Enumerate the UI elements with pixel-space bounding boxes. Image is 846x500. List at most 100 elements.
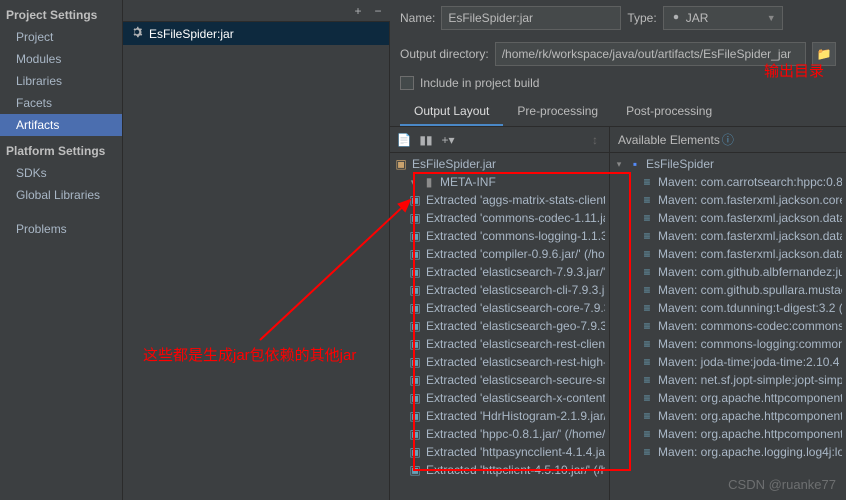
nav-libraries[interactable]: Libraries xyxy=(0,70,122,92)
output-tree[interactable]: ▣EsFileSpider.jar▾▮META-INF▣Extracted 'a… xyxy=(390,153,609,500)
tab-postprocessing[interactable]: Post-processing xyxy=(612,98,726,126)
maven-dep[interactable]: ≡Maven: com.github.spullara.mustac xyxy=(610,281,846,299)
maven-dep[interactable]: ≡Maven: commons-logging:common xyxy=(610,335,846,353)
name-label: Name: xyxy=(400,11,435,25)
type-value: JAR xyxy=(686,11,709,25)
maven-dep[interactable]: ≡Maven: org.apache.httpcomponent xyxy=(610,425,846,443)
tree-item-extracted[interactable]: ▣Extracted 'elasticsearch-7.9.3.jar/' (/… xyxy=(390,263,609,281)
output-layout-panel: 📄 ▮▮ +▾ ↕ ▣EsFileSpider.jar▾▮META-INF▣Ex… xyxy=(390,127,610,500)
nav-artifacts[interactable]: Artifacts xyxy=(0,114,122,136)
tree-item-extracted[interactable]: ▣Extracted 'compiler-0.9.6.jar/' (/home/… xyxy=(390,245,609,263)
tab-preprocessing[interactable]: Pre-processing xyxy=(503,98,612,126)
tree-item-extracted[interactable]: ▣Extracted 'commons-logging-1.1.3.jar/' … xyxy=(390,227,609,245)
nav-global-libraries[interactable]: Global Libraries xyxy=(0,184,122,206)
tree-item-extracted[interactable]: ▣Extracted 'httpasyncclient-4.1.4.jar/' … xyxy=(390,443,609,461)
artifact-item-label: EsFileSpider:jar xyxy=(149,27,234,41)
tree-item-extracted[interactable]: ▣Extracted 'elasticsearch-core-7.9.3.jar… xyxy=(390,299,609,317)
new-folder-button[interactable]: 📄 xyxy=(396,132,412,148)
archive-icon: ▣ xyxy=(408,355,422,369)
add-artifact-button[interactable]: + xyxy=(350,3,366,19)
archive-icon: ▣ xyxy=(408,427,422,441)
help-icon[interactable]: ⓘ xyxy=(722,131,734,148)
section-platform-settings: Platform Settings xyxy=(0,136,122,162)
archive-icon: ▣ xyxy=(408,463,422,477)
tree-item-extracted[interactable]: ▣Extracted 'aggs-matrix-stats-client-7.9… xyxy=(390,191,609,209)
available-tree[interactable]: ▾▪EsFileSpider≡Maven: com.carrotsearch:h… xyxy=(610,153,846,500)
archive-icon: ▣ xyxy=(408,265,422,279)
maven-dep[interactable]: ≡Maven: org.apache.httpcomponent xyxy=(610,407,846,425)
archive-icon: ▣ xyxy=(408,247,422,261)
section-project-settings: Project Settings xyxy=(0,0,122,26)
module-root[interactable]: ▾▪EsFileSpider xyxy=(610,155,846,173)
archive-icon: ▣ xyxy=(408,409,422,423)
tree-item-extracted[interactable]: ▣Extracted 'elasticsearch-cli-7.9.3.jar/… xyxy=(390,281,609,299)
maven-dep[interactable]: ≡Maven: commons-codec:commons xyxy=(610,317,846,335)
tree-item-extracted[interactable]: ▣Extracted 'elasticsearch-rest-client-7.… xyxy=(390,335,609,353)
chevron-down-icon: ▼ xyxy=(767,13,776,23)
artifact-toolbar: + − xyxy=(123,0,390,22)
maven-dep[interactable]: ≡Maven: com.fasterxml.jackson.data xyxy=(610,245,846,263)
library-icon: ≡ xyxy=(640,445,654,459)
nav-project[interactable]: Project xyxy=(0,26,122,48)
library-icon: ≡ xyxy=(640,193,654,207)
tree-item-extracted[interactable]: ▣Extracted 'elasticsearch-geo-7.9.3.jar/… xyxy=(390,317,609,335)
artifact-item[interactable]: EsFileSpider:jar xyxy=(123,22,389,45)
tree-item-extracted[interactable]: ▣Extracted 'HdrHistogram-2.1.9.jar/' (/h… xyxy=(390,407,609,425)
library-icon: ≡ xyxy=(640,355,654,369)
outdir-input[interactable] xyxy=(495,42,806,66)
tree-item-extracted[interactable]: ▣Extracted 'httpclient-4.5.10.jar/' (/ho… xyxy=(390,461,609,479)
include-label: Include in project build xyxy=(420,76,539,90)
tree-item-extracted[interactable]: ▣Extracted 'hppc-0.8.1.jar/' (/home/rk/.… xyxy=(390,425,609,443)
maven-dep[interactable]: ≡Maven: com.fasterxml.jackson.data xyxy=(610,227,846,245)
outdir-label: Output directory: xyxy=(400,47,489,61)
maven-dep[interactable]: ≡Maven: com.fasterxml.jackson.core xyxy=(610,191,846,209)
tab-output-layout[interactable]: Output Layout xyxy=(400,98,503,126)
maven-dep[interactable]: ≡Maven: com.carrotsearch:hppc:0.8 xyxy=(610,173,846,191)
tabs: Output Layout Pre-processing Post-proces… xyxy=(390,98,846,127)
nav-problems[interactable]: Problems xyxy=(0,218,122,240)
maven-dep[interactable]: ≡Maven: com.github.albfernandez:ju xyxy=(610,263,846,281)
folder-icon: ▮ xyxy=(422,175,436,189)
watermark: CSDN @ruanke77 xyxy=(728,477,836,492)
folder-icon: 📁 xyxy=(817,47,832,61)
jar-type-icon xyxy=(670,11,682,26)
library-icon: ≡ xyxy=(640,409,654,423)
browse-folder-button[interactable]: 📁 xyxy=(812,42,836,66)
library-icon: ≡ xyxy=(640,319,654,333)
artifact-list: EsFileSpider:jar xyxy=(123,0,390,500)
settings-sidebar: Project Settings Project Modules Librari… xyxy=(0,0,123,500)
artifact-detail: Name: Type: JAR ▼ Output directory: 📁 In… xyxy=(390,0,846,500)
name-input[interactable] xyxy=(441,6,621,30)
maven-dep[interactable]: ≡Maven: com.fasterxml.jackson.data xyxy=(610,209,846,227)
nav-sdks[interactable]: SDKs xyxy=(0,162,122,184)
archive-icon: ▣ xyxy=(408,373,422,387)
archive-icon: ▣ xyxy=(408,301,422,315)
type-label: Type: xyxy=(627,11,656,25)
include-checkbox[interactable] xyxy=(400,76,414,90)
archive-icon: ▣ xyxy=(408,211,422,225)
library-icon: ≡ xyxy=(640,229,654,243)
maven-dep[interactable]: ≡Maven: org.apache.logging.log4j:lo xyxy=(610,443,846,461)
tree-root[interactable]: ▣EsFileSpider.jar xyxy=(390,155,609,173)
tree-item-extracted[interactable]: ▣Extracted 'elasticsearch-x-content-7.9.… xyxy=(390,389,609,407)
jar-icon: ▣ xyxy=(394,157,408,171)
add-copy-button[interactable]: +▾ xyxy=(440,132,456,148)
library-icon: ≡ xyxy=(640,283,654,297)
archive-icon: ▣ xyxy=(408,229,422,243)
type-dropdown[interactable]: JAR ▼ xyxy=(663,6,783,30)
tree-folder[interactable]: ▾▮META-INF xyxy=(390,173,609,191)
col-icon[interactable]: ▮▮ xyxy=(418,132,434,148)
tree-item-extracted[interactable]: ▣Extracted 'elasticsearch-rest-high-leve… xyxy=(390,353,609,371)
archive-icon: ▣ xyxy=(408,445,422,459)
maven-dep[interactable]: ≡Maven: org.apache.httpcomponent xyxy=(610,389,846,407)
expand-all-button[interactable]: ↕ xyxy=(587,132,603,148)
maven-dep[interactable]: ≡Maven: com.tdunning:t-digest:3.2 (/ xyxy=(610,299,846,317)
library-icon: ≡ xyxy=(640,301,654,315)
remove-artifact-button[interactable]: − xyxy=(370,3,386,19)
nav-modules[interactable]: Modules xyxy=(0,48,122,70)
maven-dep[interactable]: ≡Maven: net.sf.jopt-simple:jopt-simp xyxy=(610,371,846,389)
tree-item-extracted[interactable]: ▣Extracted 'elasticsearch-secure-sm-7.9.… xyxy=(390,371,609,389)
tree-item-extracted[interactable]: ▣Extracted 'commons-codec-1.11.jar/' (/ xyxy=(390,209,609,227)
maven-dep[interactable]: ≡Maven: joda-time:joda-time:2.10.4 xyxy=(610,353,846,371)
nav-facets[interactable]: Facets xyxy=(0,92,122,114)
